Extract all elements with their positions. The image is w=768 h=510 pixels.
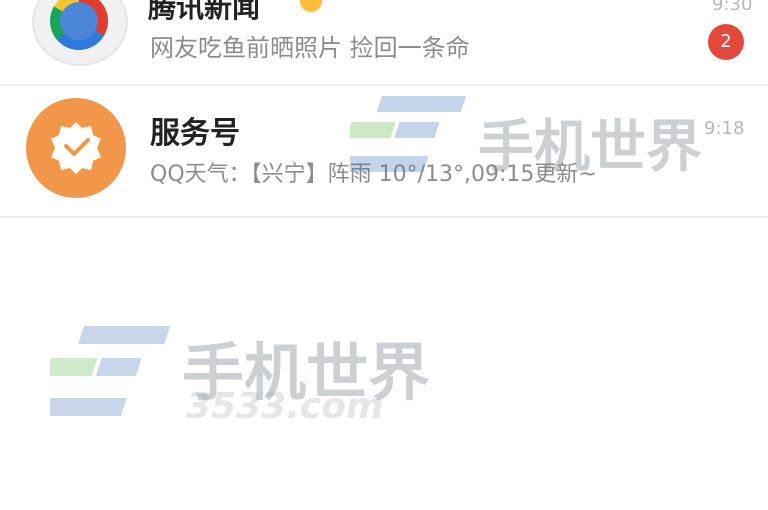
unread-count-badge: 2 (708, 24, 744, 60)
conversation-preview: 网友吃鱼前晒照片 捡回一条命 (150, 34, 470, 62)
service-badge-icon (51, 122, 101, 174)
conversation-item-service[interactable]: 服务号 QQ天气：【兴宁】阵雨 10°/13°,09:15更新~ 9:18 (0, 84, 768, 218)
conversation-item-news[interactable]: 腾讯新闻 网友吃鱼前晒照片 捡回一条命 9:30 2 (0, 0, 768, 80)
watermark-logo-large: 手机世界 3533.com (50, 320, 470, 430)
news-app-avatar (32, 0, 128, 66)
watermark-mark-icon (50, 326, 171, 416)
conversation-title: 服务号 (150, 116, 240, 151)
watermark-url: 3533.com (186, 386, 384, 427)
verified-badge-icon (300, 0, 322, 12)
conversation-preview: QQ天气：【兴宁】阵雨 10°/13°,09:15更新~ (150, 162, 597, 187)
conversation-title: 腾讯新闻 (148, 0, 261, 24)
service-account-avatar (26, 98, 126, 198)
conversation-time: 9:30 (712, 0, 753, 15)
watermark-text: 手机世界 (182, 336, 431, 409)
conversation-time: 9:18 (704, 118, 745, 139)
news-logo-center (60, 2, 98, 40)
